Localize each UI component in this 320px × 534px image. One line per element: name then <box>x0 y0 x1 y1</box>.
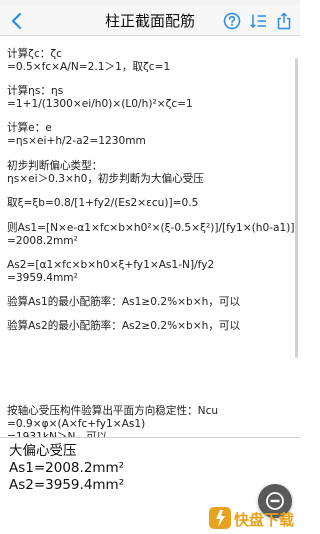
eccentric-label: 初步判断偏心类型： <box>7 160 103 172</box>
eccentric-expression: ηs×ei＞0.3×h0，初步判断为大偏心受压 <box>7 173 204 185</box>
as2-step: As2=[α1×fc×b×h0×ξ+fy1×As1-N]/fy2 =3959.4… <box>7 259 296 285</box>
xi-expression: 取ξ=ξb=0.8/[1+fy2/(Es2×εcu)]=0.5 <box>7 197 199 209</box>
zeta-c-step: 计算ζc：ζc =0.5×fc×A/N=2.1＞1，取ζc=1 <box>7 48 296 74</box>
check-as1-text: 验算As1的最小配筋率：As1≥0.2%×b×h，可以 <box>7 296 241 308</box>
eta-s-expression: =1+1/(1300×ei/h0)×(L0/h)²×ζc=1 <box>7 98 193 110</box>
eta-s-step: 计算ηs：ηs =1+1/(1300×ei/h0)×(L0/h)²×ζc=1 <box>7 85 296 111</box>
as1-step: 则As1=[N×e-α1×fc×b×h0²×(ξ-0.5×ξ²)]/[fy1×(… <box>7 222 296 248</box>
as2-value: =3959.4mm² <box>7 272 78 284</box>
result-type: 大偏心受压 <box>9 443 77 459</box>
zeta-c-expression: =0.5×fc×A/N=2.1＞1，取ζc=1 <box>7 61 171 73</box>
result-as2: As2=3959.4mm² <box>9 477 125 493</box>
check-as2-step: 验算As2的最小配筋率：As2≥0.2%×b×h，可以 <box>7 320 296 333</box>
xi-step: 取ξ=ξb=0.8/[1+fy2/(Es2×εcu)]=0.5 <box>7 197 296 210</box>
result-as1: As1=2008.2mm² <box>9 460 125 476</box>
zeta-c-label: 计算ζc：ζc <box>7 48 62 60</box>
question-circle-icon[interactable] <box>222 11 242 31</box>
share-icon[interactable] <box>274 11 294 31</box>
e-step: 计算e：e =ηs×ei+h/2-a2=1230mm <box>7 122 296 148</box>
eta-s-label: 计算ηs：ηs <box>7 85 64 97</box>
sort-list-icon[interactable] <box>248 11 268 31</box>
eccentric-step: 初步判断偏心类型： ηs×ei＞0.3×h0，初步判断为大偏心受压 <box>7 160 296 186</box>
check-as1-step: 验算As1的最小配筋率：As1≥0.2%×b×h，可以 <box>7 296 296 309</box>
scroll-indicator[interactable] <box>295 58 298 358</box>
page-title: 柱正截面配筋 <box>104 12 195 30</box>
as1-value: =2008.2mm² <box>7 235 78 247</box>
navigation-bar: 柱正截面配筋 <box>0 6 300 36</box>
as2-formula: As2=[α1×fc×b×h0×ξ+fy1×As1-N]/fy2 <box>7 259 215 271</box>
svg-text:快盘下载: 快盘下载 <box>234 511 294 529</box>
watermark-logo: 快盘下载 <box>208 500 300 534</box>
stability-label: 按轴心受压构件验算出平面方向稳定性：Ncu <box>7 405 219 417</box>
as1-formula: 则As1=[N×e-α1×fc×b×h0²×(ξ-0.5×ξ²)]/[fy1×(… <box>7 222 295 234</box>
stability-expression-1: =0.9×φ×(A×fc+fy1×As1) <box>7 418 146 430</box>
nav-actions <box>222 10 294 32</box>
back-arrow-icon[interactable] <box>6 10 26 32</box>
e-label: 计算e：e <box>7 122 52 134</box>
check-as2-text: 验算As2的最小配筋率：As2≥0.2%×b×h，可以 <box>7 320 241 332</box>
e-expression: =ηs×ei+h/2-a2=1230mm <box>7 135 146 147</box>
